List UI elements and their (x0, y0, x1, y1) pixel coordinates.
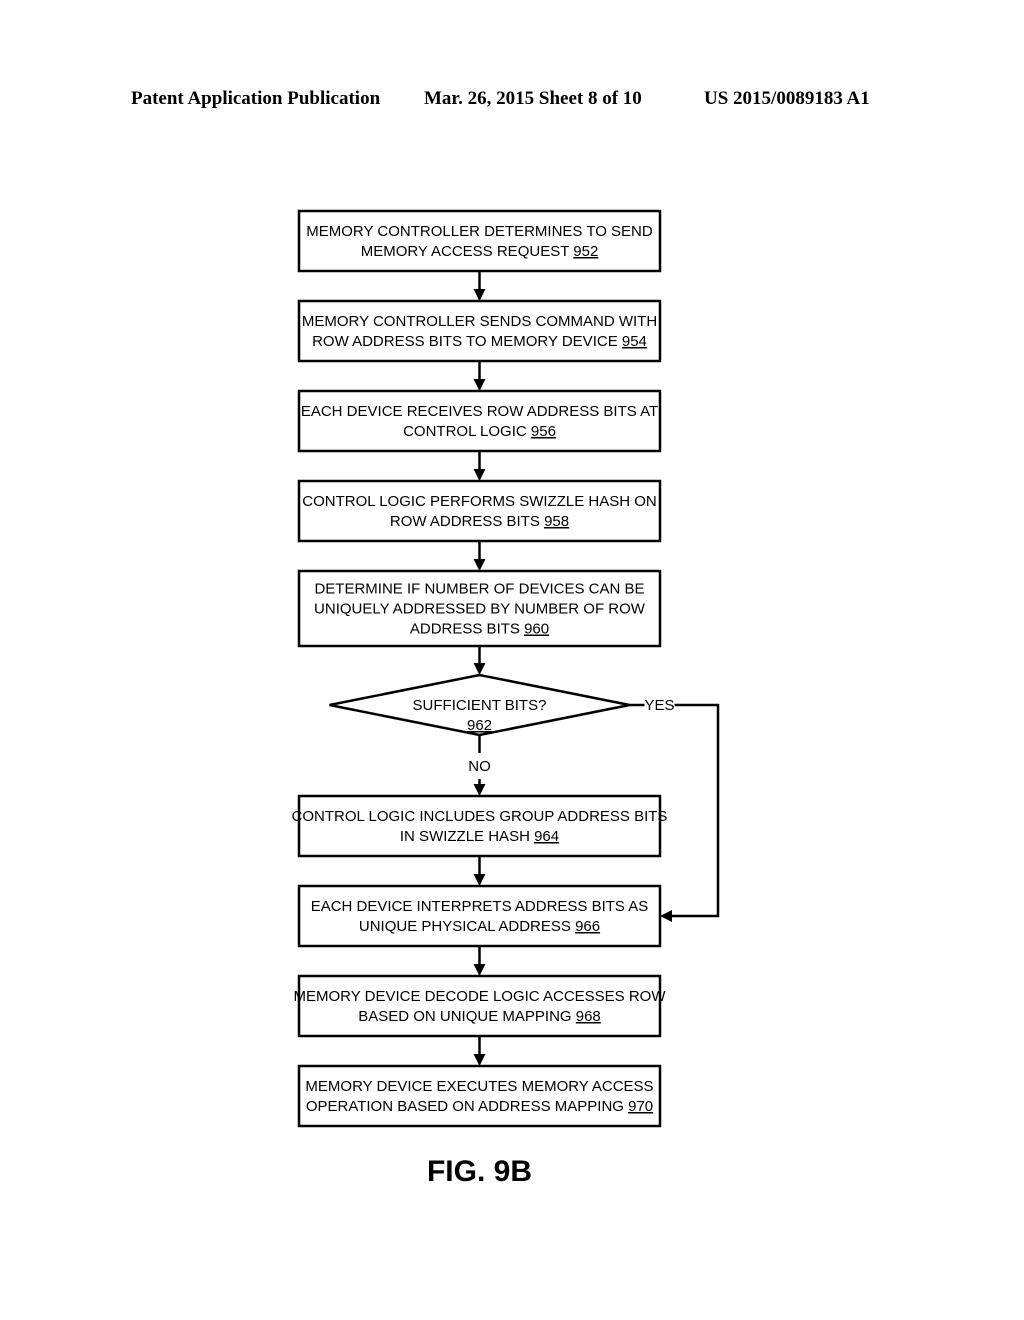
step-968: MEMORY DEVICE DECODE LOGIC ACCESSES ROW B… (293, 974, 666, 1038)
step-964: CONTROL LOGIC INCLUDES GROUP ADDRESS BIT… (292, 794, 668, 858)
step-text: UNIQUE PHYSICAL ADDRESS 966 (359, 918, 600, 935)
step-text: DETERMINE IF NUMBER OF DEVICES CAN BE (314, 581, 644, 598)
reference-number: 964 (534, 828, 559, 845)
step-text: OPERATION BASED ON ADDRESS MAPPING 970 (306, 1098, 653, 1115)
step-954: MEMORY CONTROLLER SENDS COMMAND WITH ROW … (297, 299, 662, 363)
arrowhead-icon (473, 469, 486, 481)
step-text: MEMORY CONTROLLER DETERMINES TO SEND (306, 223, 653, 240)
reference-number: 966 (575, 918, 600, 935)
arrowhead-icon (473, 784, 486, 796)
process-box (297, 974, 662, 1038)
edge-962-964: NO (468, 735, 491, 786)
reference-number: 954 (622, 333, 647, 350)
reference-number: 960 (524, 621, 549, 638)
reference-number: 958 (544, 513, 569, 530)
process-box (297, 299, 662, 363)
reference-number: 952 (573, 243, 598, 260)
step-text: MEMORY DEVICE EXECUTES MEMORY ACCESS (305, 1078, 653, 1095)
step-952: MEMORY CONTROLLER DETERMINES TO SEND MEMO… (297, 209, 662, 273)
process-box (297, 1064, 662, 1128)
arrowhead-icon (473, 874, 486, 886)
step-970: MEMORY DEVICE EXECUTES MEMORY ACCESS OPER… (297, 1064, 662, 1128)
step-text: ROW ADDRESS BITS 958 (390, 513, 569, 530)
process-box (297, 794, 662, 858)
step-text: CONTROL LOGIC PERFORMS SWIZZLE HASH ON (302, 493, 656, 510)
step-text: CONTROL LOGIC 956 (403, 423, 556, 440)
edge-label-yes: YES (644, 697, 674, 714)
process-box (297, 389, 662, 453)
reference-number: 968 (576, 1008, 601, 1025)
step-text: MEMORY ACCESS REQUEST 952 (361, 243, 599, 260)
step-960: DETERMINE IF NUMBER OF DEVICES CAN BE UNI… (297, 569, 662, 648)
arrowhead-icon (473, 964, 486, 976)
decision-text: SUFFICIENT BITS? (413, 697, 547, 714)
arrowhead-icon (473, 559, 486, 571)
flowchart: MEMORY CONTROLLER DETERMINES TO SEND MEMO… (292, 209, 720, 1188)
step-text: ADDRESS BITS 960 (410, 621, 549, 638)
step-text: MEMORY DEVICE DECODE LOGIC ACCESSES ROW (293, 988, 666, 1005)
step-text: IN SWIZZLE HASH 964 (400, 828, 559, 845)
step-966: EACH DEVICE INTERPRETS ADDRESS BITS AS UN… (297, 884, 662, 948)
reference-number: 970 (628, 1098, 653, 1115)
reference-number: 956 (531, 423, 556, 440)
edge-label-no: NO (468, 758, 491, 775)
step-text: CONTROL LOGIC INCLUDES GROUP ADDRESS BIT… (292, 808, 668, 825)
reference-number: 962 (467, 717, 492, 734)
step-text: MEMORY CONTROLLER SENDS COMMAND WITH (302, 313, 657, 330)
step-text: EACH DEVICE INTERPRETS ADDRESS BITS AS (311, 898, 649, 915)
step-text: UNIQUELY ADDRESSED BY NUMBER OF ROW (314, 601, 646, 618)
step-958: CONTROL LOGIC PERFORMS SWIZZLE HASH ON RO… (297, 479, 662, 543)
decision-962: SUFFICIENT BITS? 962 (329, 673, 630, 737)
arrowhead-icon (660, 910, 672, 922)
step-text: BASED ON UNIQUE MAPPING 968 (358, 1008, 601, 1025)
process-box (297, 209, 662, 273)
arrowhead-icon (473, 289, 486, 301)
process-box (297, 884, 662, 948)
step-956: EACH DEVICE RECEIVES ROW ADDRESS BITS AT… (297, 389, 662, 453)
figure-label: FIG. 9B (427, 1155, 532, 1188)
arrowhead-icon (473, 663, 486, 675)
process-box (297, 479, 662, 543)
arrowhead-icon (473, 1054, 486, 1066)
step-text: ROW ADDRESS BITS TO MEMORY DEVICE 954 (312, 333, 647, 350)
step-text: EACH DEVICE RECEIVES ROW ADDRESS BITS AT (301, 403, 658, 420)
arrowhead-icon (473, 379, 486, 391)
